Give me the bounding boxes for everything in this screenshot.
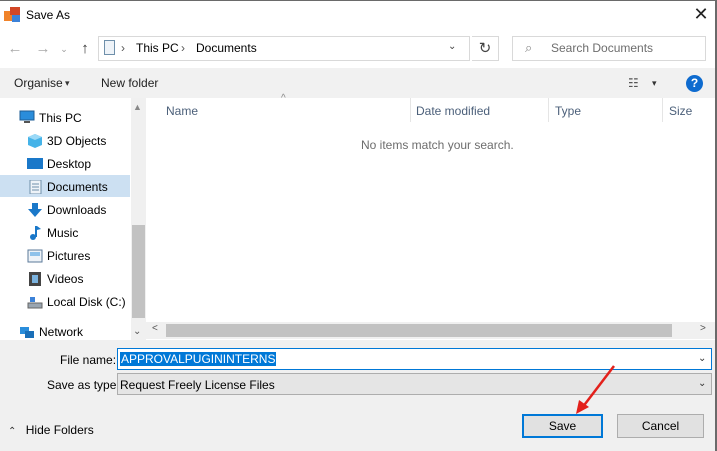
annotation-arrow-icon	[576, 365, 615, 414]
documents-icon	[29, 180, 42, 194]
local-disk-icon	[27, 297, 43, 309]
search-icon: ⌕	[525, 40, 533, 55]
breadcrumb-this-pc[interactable]: This PC	[136, 41, 179, 55]
nav-item-label: 3D Objects	[47, 134, 107, 148]
column-header-name[interactable]: Name	[166, 104, 198, 118]
nav-item-videos[interactable]: Videos	[0, 268, 130, 290]
forward-button[interactable]: →	[34, 40, 52, 57]
search-placeholder[interactable]: Search Documents	[551, 41, 653, 55]
scroll-up-icon[interactable]: ▲	[133, 102, 142, 112]
this-pc-icon	[19, 110, 35, 123]
nav-item-desktop[interactable]: Desktop	[0, 153, 130, 175]
nav-item-music[interactable]: Music	[0, 222, 130, 244]
chevron-down-icon[interactable]: ⌄	[698, 353, 706, 364]
nav-item-label: Pictures	[47, 249, 91, 263]
close-button[interactable]: ✕	[687, 2, 715, 28]
new-folder-button[interactable]: New folder	[101, 76, 158, 90]
3d-objects-icon	[28, 134, 42, 148]
nav-item-3d-objects[interactable]: 3D Objects	[0, 130, 130, 152]
breadcrumb-documents[interactable]: Documents	[196, 41, 257, 55]
nav-item-label: Music	[47, 226, 79, 240]
pictures-icon	[27, 249, 43, 263]
hide-folders-label: Hide Folders	[25, 423, 94, 437]
nav-item-label: Desktop	[47, 157, 92, 171]
cancel-button[interactable]: Cancel	[617, 414, 704, 438]
column-divider[interactable]	[548, 98, 549, 122]
music-icon	[30, 226, 41, 240]
window-title: Save As	[26, 8, 71, 22]
hide-folders-button[interactable]: ⌃ Hide Folders	[8, 423, 94, 437]
videos-icon	[29, 272, 41, 286]
nav-item-local-disk[interactable]: Local Disk (C:)	[0, 291, 130, 313]
file-name-value[interactable]: APPROVALPUGININTERNS	[120, 352, 277, 366]
nav-item-downloads[interactable]: Downloads	[0, 199, 130, 221]
horizontal-scrollbar-thumb[interactable]	[166, 324, 672, 337]
column-header-size[interactable]: Size	[669, 104, 692, 118]
chevron-up-icon: ⌃	[8, 426, 17, 437]
scroll-left-icon[interactable]: <	[152, 323, 158, 334]
nav-item-label: Documents	[47, 180, 108, 194]
back-button[interactable]: ←	[6, 40, 24, 57]
nav-item-label: Network	[39, 325, 84, 339]
column-divider[interactable]	[410, 98, 411, 122]
file-name-label: File name:	[60, 353, 117, 367]
column-header-type[interactable]: Type	[555, 104, 581, 118]
empty-list-message: No items match your search.	[361, 138, 514, 152]
sort-ascending-icon: ^	[281, 93, 286, 104]
chevron-down-icon[interactable]: ▾	[652, 78, 657, 89]
column-header-date-modified[interactable]: Date modified	[416, 104, 490, 118]
scroll-right-icon[interactable]: >	[700, 323, 706, 334]
breadcrumb-separator-icon[interactable]: ›	[181, 41, 185, 55]
view-options-icon[interactable]: ☷	[628, 76, 639, 90]
nav-scrollbar-thumb[interactable]	[132, 225, 145, 318]
nav-item-this-pc[interactable]: This PC	[0, 107, 130, 129]
column-divider[interactable]	[662, 98, 663, 122]
nav-item-label: Downloads	[47, 203, 107, 217]
app-icon	[4, 7, 20, 22]
network-icon	[20, 327, 34, 338]
nav-item-documents[interactable]: Documents	[0, 176, 130, 198]
up-button[interactable]: ↑	[76, 40, 94, 57]
desktop-icon	[27, 158, 43, 169]
organise-button[interactable]: Organise	[14, 76, 63, 90]
nav-item-label: Videos	[47, 272, 84, 286]
breadcrumb-separator-icon[interactable]: ›	[121, 41, 125, 55]
documents-location-icon	[104, 40, 115, 55]
nav-item-label: This PC	[39, 111, 82, 125]
nav-item-label: Local Disk (C:)	[47, 295, 126, 309]
refresh-button[interactable]: ↻	[472, 36, 499, 61]
chevron-down-icon[interactable]: ⌄	[698, 378, 706, 389]
chevron-down-icon[interactable]: ▾	[65, 78, 70, 89]
downloads-icon	[28, 203, 42, 217]
address-dropdown-icon[interactable]: ⌄	[448, 41, 456, 52]
help-button[interactable]: ?	[686, 75, 703, 92]
recent-locations-button[interactable]: ⌄	[58, 44, 70, 55]
save-as-type-value[interactable]: Request Freely License Files	[120, 378, 275, 392]
nav-item-pictures[interactable]: Pictures	[0, 245, 130, 267]
scroll-down-icon[interactable]: ⌄	[133, 326, 141, 337]
save-button[interactable]: Save	[522, 414, 603, 438]
title-bar	[0, 0, 717, 30]
save-as-type-label: Save as type:	[47, 378, 120, 392]
